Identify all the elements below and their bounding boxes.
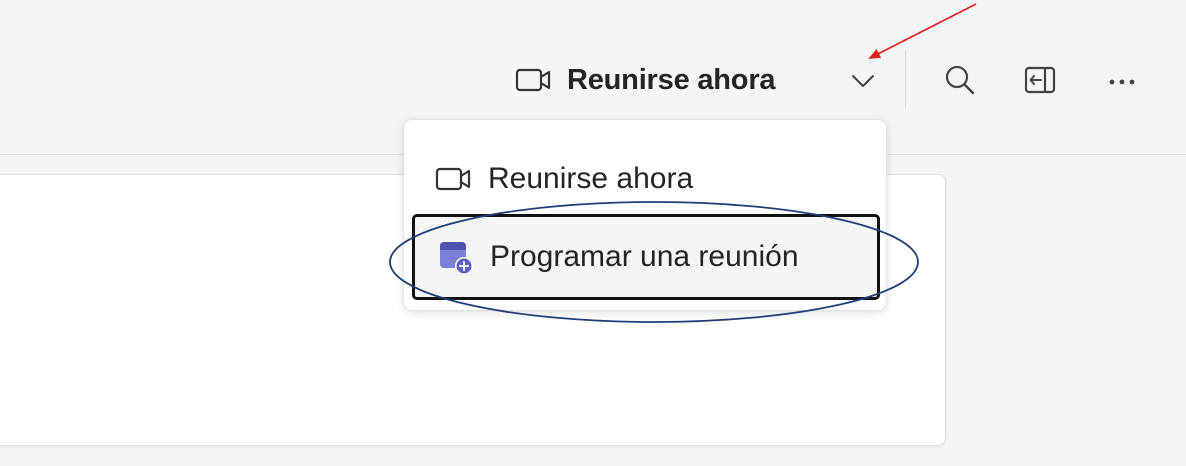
menu-item-label: Reunirse ahora [488, 162, 694, 195]
meet-dropdown-menu: Reunirse ahora Programar una reunión [404, 120, 886, 310]
more-options-icon[interactable] [1104, 62, 1140, 98]
calendar-add-icon [440, 242, 473, 275]
toolbar-divider [905, 50, 906, 108]
search-icon[interactable] [942, 62, 978, 98]
video-camera-icon [515, 68, 551, 92]
chevron-down-icon[interactable] [848, 66, 878, 96]
menu-item-label: Programar una reunión [490, 240, 799, 273]
menu-item-schedule-meeting[interactable]: Programar una reunión [412, 214, 880, 300]
meet-now-button[interactable]: Reunirse ahora [515, 56, 776, 104]
video-camera-icon [435, 167, 471, 191]
menu-item-meet-now[interactable]: Reunirse ahora [412, 136, 878, 222]
side-panel-icon[interactable] [1022, 62, 1058, 98]
meet-now-label: Reunirse ahora [567, 63, 776, 96]
